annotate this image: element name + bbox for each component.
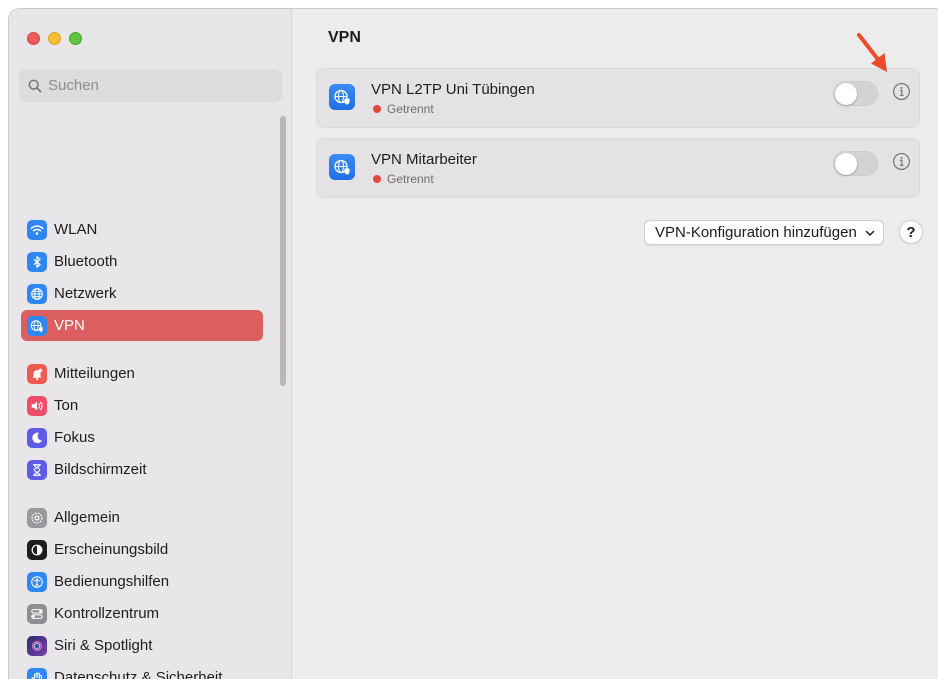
appearance-icon	[27, 539, 47, 560]
sidebar-item-label: Siri & Spotlight	[54, 637, 153, 654]
vpn-name: VPN L2TP Uni Tübingen	[371, 81, 535, 98]
vpn-status-label: Getrennt	[387, 172, 434, 186]
vpn-status: Getrennt	[373, 172, 434, 186]
sidebar: WLAN Bluetooth Netzwerk VP	[9, 9, 292, 679]
sidebar-item-bildschirmzeit[interactable]: Bildschirmzeit	[21, 454, 263, 485]
page-title: VPN	[328, 29, 361, 46]
vpn-status-label: Getrennt	[387, 102, 434, 116]
control-center-icon	[27, 603, 47, 624]
sidebar-item-mitteilungen[interactable]: Mitteilungen	[21, 358, 263, 389]
accessibility-icon	[27, 571, 47, 592]
info-icon	[892, 152, 910, 170]
vpn-row: VPN Mitarbeiter Getrennt	[316, 138, 920, 198]
add-vpn-configuration-button[interactable]: VPN-Konfiguration hinzufügen	[644, 220, 884, 245]
sidebar-scrollbar[interactable]	[280, 116, 286, 386]
search-input[interactable]	[48, 77, 268, 94]
hand-icon	[27, 667, 47, 679]
sidebar-item-bedienungshilfen[interactable]: Bedienungshilfen	[21, 566, 263, 597]
status-dot	[373, 175, 381, 183]
settings-window: WLAN Bluetooth Netzwerk VP	[8, 8, 938, 679]
sidebar-item-label: Netzwerk	[54, 285, 117, 302]
info-button[interactable]	[891, 81, 911, 101]
vpn-globe-icon	[329, 154, 355, 180]
sidebar-item-datenschutz[interactable]: Datenschutz & Sicherheit	[21, 662, 263, 679]
vpn-toggle[interactable]	[833, 151, 878, 176]
info-icon	[892, 82, 910, 100]
info-button[interactable]	[891, 151, 911, 171]
wifi-icon	[27, 219, 47, 240]
status-dot	[373, 105, 381, 113]
bell-icon	[27, 363, 47, 384]
main-content: VPN VPN L2TP Uni Tübingen Getrennt VPN M…	[293, 9, 938, 679]
bluetooth-icon	[27, 251, 47, 272]
sidebar-item-netzwerk[interactable]: Netzwerk	[21, 278, 263, 309]
search-field[interactable]	[19, 69, 282, 102]
magnifier-icon	[28, 79, 42, 92]
speaker-icon	[27, 395, 47, 416]
toggle-knob	[835, 153, 857, 175]
sidebar-item-bluetooth[interactable]: Bluetooth	[21, 246, 263, 277]
sidebar-item-label: Kontrollzentrum	[54, 605, 160, 622]
sidebar-item-label: Bildschirmzeit	[54, 461, 147, 478]
sidebar-item-vpn[interactable]: VPN	[21, 310, 263, 341]
sidebar-item-label: Fokus	[54, 429, 95, 446]
vpn-name: VPN Mitarbeiter	[371, 151, 477, 168]
vpn-status: Getrennt	[373, 102, 434, 116]
hourglass-icon	[27, 459, 47, 480]
vpn-toggle[interactable]	[833, 81, 878, 106]
siri-icon	[27, 635, 47, 656]
toggle-knob	[835, 83, 857, 105]
sidebar-item-ton[interactable]: Ton	[21, 390, 263, 421]
sidebar-item-label: WLAN	[54, 221, 98, 238]
sidebar-item-label: Ton	[54, 397, 79, 414]
sidebar-item-label: VPN	[54, 317, 85, 334]
moon-icon	[27, 427, 47, 448]
sidebar-item-fokus[interactable]: Fokus	[21, 422, 263, 453]
sidebar-item-erscheinungsbild[interactable]: Erscheinungsbild	[21, 534, 263, 565]
vpn-row: VPN L2TP Uni Tübingen Getrennt	[316, 68, 920, 128]
vpn-globe-icon	[329, 84, 355, 110]
sidebar-item-kontrollzentrum[interactable]: Kontrollzentrum	[21, 598, 263, 629]
sidebar-item-label: Erscheinungsbild	[54, 541, 169, 558]
zoom-window-button[interactable]	[69, 32, 82, 45]
add-vpn-configuration-label: VPN-Konfiguration hinzufügen	[655, 224, 857, 241]
sidebar-item-label: Allgemein	[54, 509, 120, 526]
gear-icon	[27, 507, 47, 528]
help-button[interactable]: ?	[899, 220, 923, 244]
globe-icon	[27, 283, 47, 304]
vpn-globe-icon	[27, 315, 47, 336]
chevron-down-icon	[865, 230, 875, 236]
sidebar-item-wlan[interactable]: WLAN	[21, 214, 263, 245]
minimize-window-button[interactable]	[48, 32, 61, 45]
sidebar-item-siri-spotlight[interactable]: Siri & Spotlight	[21, 630, 263, 661]
sidebar-item-allgemein[interactable]: Allgemein	[21, 502, 263, 533]
sidebar-item-label: Bluetooth	[54, 253, 118, 270]
annotation-arrow-icon	[857, 33, 887, 72]
sidebar-item-label: Mitteilungen	[54, 365, 135, 382]
traffic-lights	[27, 32, 82, 45]
close-window-button[interactable]	[27, 32, 40, 45]
sidebar-item-label: Bedienungshilfen	[54, 573, 170, 590]
sidebar-item-label: Datenschutz & Sicherheit	[54, 669, 223, 679]
